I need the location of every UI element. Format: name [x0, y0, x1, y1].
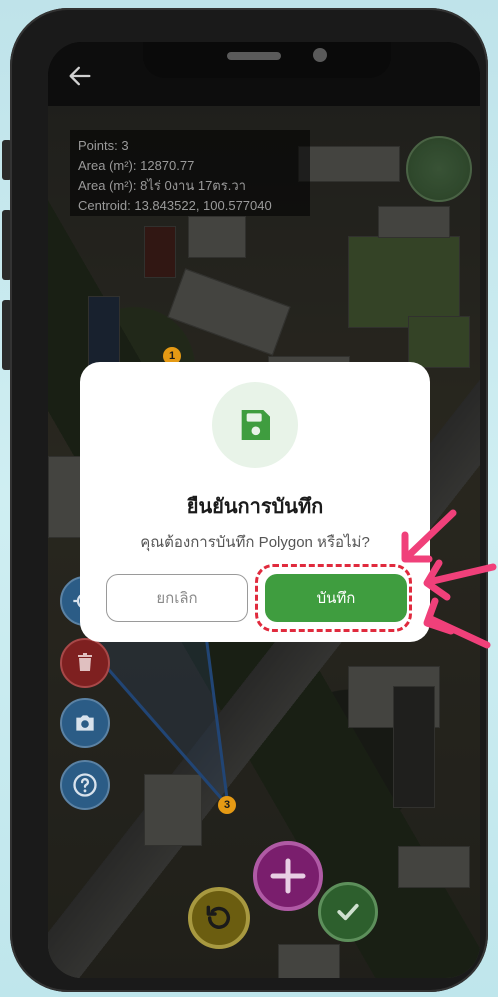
front-camera — [313, 48, 327, 62]
phone-notch — [143, 42, 391, 78]
dialog-icon-circle — [212, 382, 298, 468]
speaker-grille — [227, 52, 281, 60]
undo-button[interactable] — [188, 887, 250, 949]
points-count: Points: 3 — [78, 138, 129, 153]
save-button-highlight — [255, 564, 412, 632]
dialog-title: ยืนยันการบันทึก — [186, 496, 324, 518]
area-thai-units: Area (m²): 8ไร่ 0งาน 17ตร.วา — [78, 178, 246, 193]
delete-button[interactable] — [60, 638, 110, 688]
dialog-message: คุณต้องการบันทึก Polygon หรือไม่? — [140, 534, 370, 551]
cancel-button[interactable]: ยกเลิก — [106, 574, 248, 622]
polygon-info-panel: Points: 3 Area (m²): 12870.77 Area (m²):… — [70, 130, 310, 216]
pointer-arrows — [401, 509, 497, 649]
undo-icon — [206, 905, 231, 929]
check-icon — [337, 903, 359, 921]
centroid-coordinates: Centroid: 13.843522, 100.577040 — [78, 198, 272, 213]
help-button[interactable] — [60, 760, 110, 810]
finish-button[interactable] — [318, 882, 378, 942]
help-icon — [73, 773, 97, 797]
camera-icon — [76, 715, 94, 731]
add-point-button[interactable] — [253, 841, 323, 911]
plus-icon — [270, 858, 306, 894]
department-seal-logo — [406, 136, 472, 202]
trash-icon — [78, 653, 92, 671]
back-arrow-icon[interactable] — [66, 62, 94, 90]
save-icon — [241, 410, 270, 440]
camera-button[interactable] — [60, 698, 110, 748]
area-square-meters: Area (m²): 12870.77 — [78, 158, 195, 173]
polygon-marker-3[interactable]: 3 — [218, 796, 236, 814]
